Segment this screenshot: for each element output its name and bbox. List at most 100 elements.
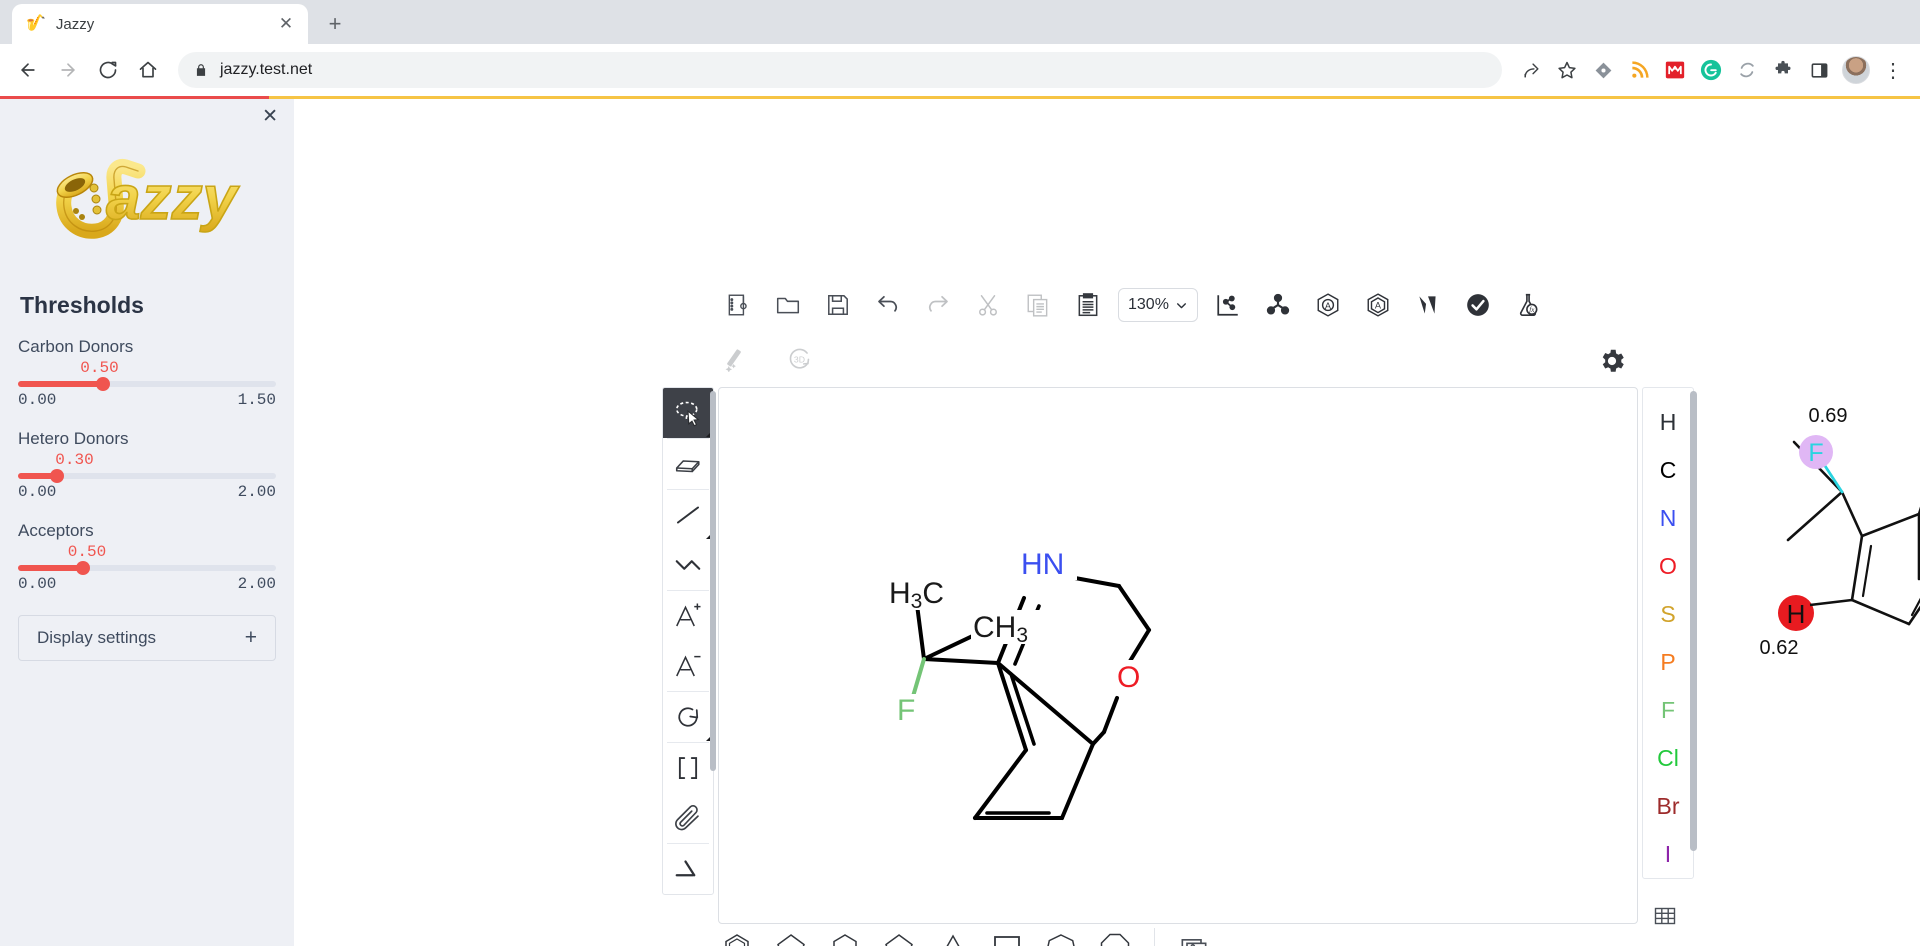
- back-icon[interactable]: [10, 52, 46, 88]
- atom-palette-scrollbar[interactable]: [1690, 391, 1697, 851]
- label-fluorine: F: [897, 694, 915, 727]
- value-H-lower-left: 0.62: [1760, 637, 1799, 659]
- template-separator: [1154, 928, 1155, 946]
- single-bond-tool[interactable]: [663, 490, 713, 540]
- atom-button-N[interactable]: N: [1644, 494, 1692, 542]
- settings-gear-button[interactable]: [1594, 343, 1630, 379]
- share-icon[interactable]: [1514, 53, 1548, 87]
- atom-button-C[interactable]: C: [1644, 446, 1692, 494]
- template-cyclobutane[interactable]: [984, 925, 1030, 946]
- template-image-tool[interactable]: [1171, 925, 1217, 946]
- atom-button-S[interactable]: S: [1644, 590, 1692, 638]
- svg-text:A: A: [1325, 301, 1332, 311]
- bookmark-star-icon[interactable]: [1550, 53, 1584, 87]
- transform-rotate-tool[interactable]: [663, 692, 713, 742]
- atom-button-F[interactable]: F: [1644, 686, 1692, 734]
- zoom-select[interactable]: 130%: [1118, 288, 1198, 322]
- template-cyclopentane[interactable]: [876, 925, 922, 946]
- slider-thumb[interactable]: [75, 561, 90, 575]
- threshold-min: 0.00: [18, 391, 57, 409]
- structure-cleanup-button[interactable]: [1208, 285, 1248, 325]
- display-settings-accordion[interactable]: Display settings +: [18, 615, 276, 661]
- avatar[interactable]: [1842, 56, 1870, 84]
- tool-rail: [662, 387, 714, 895]
- attachment-point-tool[interactable]: [663, 793, 713, 843]
- template-cyclopropane[interactable]: [930, 925, 976, 946]
- save-button[interactable]: [818, 285, 858, 325]
- editor-main: 130% A A fx 3D H3C CH3 F HN O H C N O S …: [294, 99, 1920, 946]
- clean-2d-button[interactable]: [718, 339, 758, 379]
- new-tab-button[interactable]: +: [318, 7, 352, 41]
- open-button[interactable]: [768, 285, 808, 325]
- new-document-button[interactable]: [718, 285, 758, 325]
- puzzle-extensions-icon[interactable]: [1766, 53, 1800, 87]
- periodic-table-button[interactable]: [1648, 899, 1682, 933]
- thresholds-heading: Thresholds: [20, 292, 144, 318]
- aromatize-button[interactable]: A: [1308, 285, 1348, 325]
- template-benzene[interactable]: [714, 925, 760, 946]
- reaction-arrow-tool[interactable]: [663, 844, 713, 894]
- copy-button[interactable]: [1018, 285, 1058, 325]
- tool-rail-scrollbar[interactable]: [710, 391, 716, 771]
- mendeley-extension-icon[interactable]: [1658, 53, 1692, 87]
- browser-chrome: 🎷 Jazzy ✕ + jazzy.test.net ⋮: [0, 0, 1920, 99]
- atom-button-P[interactable]: P: [1644, 638, 1692, 686]
- atom-button-Br[interactable]: Br: [1644, 782, 1692, 830]
- eraser-tool[interactable]: [663, 439, 713, 489]
- atom-button-Cl[interactable]: Cl: [1644, 734, 1692, 782]
- calculate-properties-button[interactable]: fx: [1508, 285, 1548, 325]
- rss-feed-icon[interactable]: [1622, 53, 1656, 87]
- close-sidebar-icon[interactable]: ✕: [262, 105, 278, 128]
- atom-button-O[interactable]: O: [1644, 542, 1692, 590]
- tab-title: Jazzy: [55, 15, 95, 33]
- chain-bond-tool[interactable]: [663, 540, 713, 590]
- dearomatize-button[interactable]: A: [1358, 285, 1398, 325]
- brackets-tool[interactable]: [663, 743, 713, 793]
- template-cyclopentadiene[interactable]: [768, 925, 814, 946]
- label-amine: HN: [1021, 548, 1064, 581]
- expand-plus-icon: +: [244, 626, 257, 649]
- charge-plus-tool[interactable]: [663, 591, 713, 641]
- home-icon[interactable]: [130, 52, 166, 88]
- reload-icon[interactable]: [90, 52, 126, 88]
- template-cyclooctane[interactable]: [1092, 925, 1138, 946]
- undo-button[interactable]: [868, 285, 908, 325]
- atom-button-I[interactable]: I: [1644, 830, 1692, 878]
- grammarly-extension-icon[interactable]: [1694, 53, 1728, 87]
- sync-extension-icon[interactable]: [1730, 53, 1764, 87]
- threshold-value: 0.50: [80, 359, 119, 377]
- slider-thumb[interactable]: [49, 469, 64, 483]
- carbon-donors-slider[interactable]: [18, 377, 276, 391]
- layout-button[interactable]: [1258, 285, 1298, 325]
- threshold-max: 2.00: [237, 483, 276, 501]
- template-cyclohexane[interactable]: [822, 925, 868, 946]
- svg-text:F: F: [1808, 439, 1823, 467]
- threshold-label: Carbon Donors: [18, 337, 134, 356]
- slider-thumb[interactable]: [96, 377, 111, 391]
- address-bar[interactable]: jazzy.test.net: [178, 52, 1502, 88]
- stereo-flags-button[interactable]: [1408, 285, 1448, 325]
- svg-text:3D: 3D: [794, 354, 805, 364]
- browser-tab[interactable]: 🎷 Jazzy ✕: [12, 4, 308, 44]
- rotate-3d-button[interactable]: 3D: [780, 339, 820, 379]
- atom-button-H[interactable]: H: [1644, 398, 1692, 446]
- hydration-3d-viewer[interactable]: H 0.56 H 0.52 F 0.69 N 0.91 O 0.72 H 0.6…: [1734, 324, 1920, 674]
- threshold-max: 2.00: [237, 575, 276, 593]
- forward-icon[interactable]: [50, 52, 86, 88]
- close-tab-icon[interactable]: ✕: [274, 12, 298, 36]
- redo-button[interactable]: [918, 285, 958, 325]
- check-structure-button[interactable]: [1458, 285, 1498, 325]
- charge-minus-tool[interactable]: [663, 641, 713, 691]
- cut-button[interactable]: [968, 285, 1008, 325]
- lasso-select-tool[interactable]: [663, 388, 713, 438]
- acceptors-slider[interactable]: [18, 561, 276, 575]
- diamond-extension-icon[interactable]: [1586, 53, 1620, 87]
- threshold-min: 0.00: [18, 483, 57, 501]
- side-panel-icon[interactable]: [1802, 53, 1836, 87]
- chevron-down-icon: [1176, 302, 1186, 308]
- paste-button[interactable]: [1068, 285, 1108, 325]
- template-cycloheptane[interactable]: [1038, 925, 1084, 946]
- browser-menu-icon[interactable]: ⋮: [1876, 53, 1910, 87]
- hetero-donors-slider[interactable]: [18, 469, 276, 483]
- structure-canvas[interactable]: H3C CH3 F HN O: [718, 387, 1638, 924]
